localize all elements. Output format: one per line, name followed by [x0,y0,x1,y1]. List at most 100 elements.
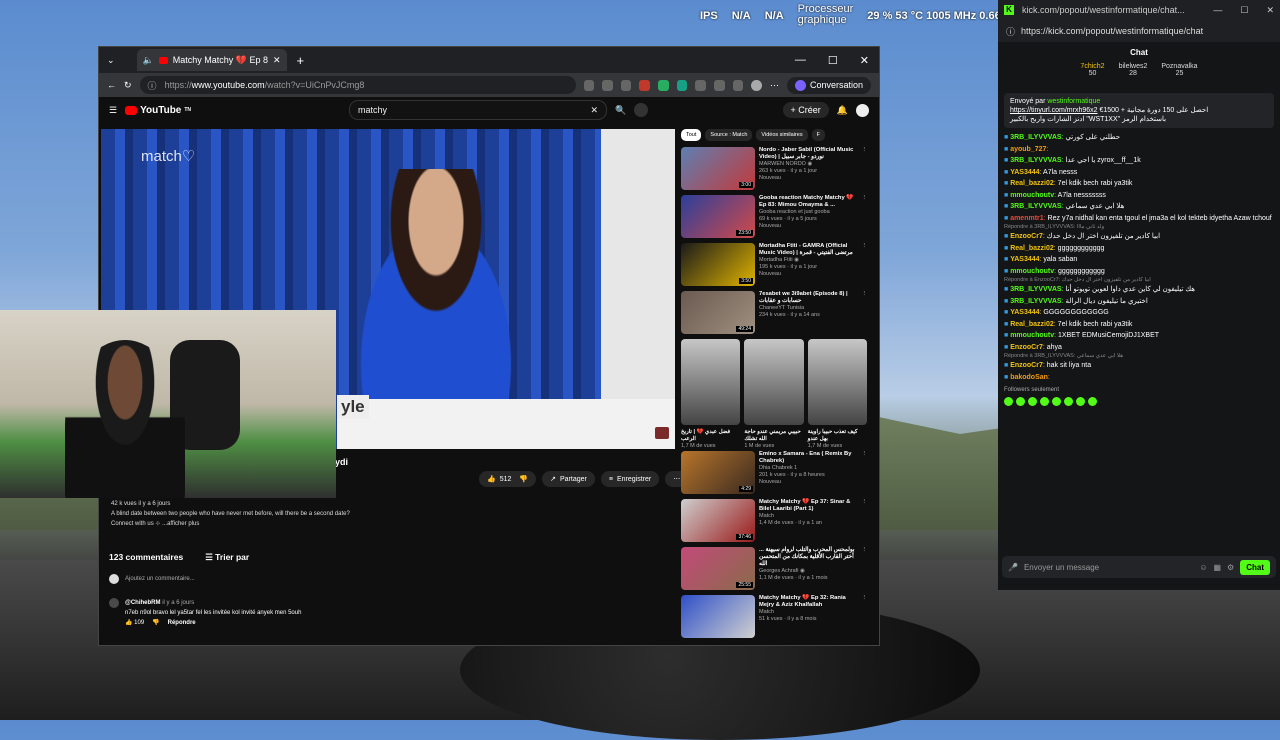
video-menu-icon[interactable]: ⋮ [862,499,868,543]
chat-message[interactable]: ■ 3RB_ILYVVVAS: هك تيليفون لي كاين عدي د… [1004,284,1274,296]
chat-message[interactable]: ■ YAS3444: yala saban [1004,254,1274,266]
chat-username[interactable]: Real_bazzi02 [1010,180,1054,187]
chat-username[interactable]: 3RB_ILYVVVAS [1010,157,1061,164]
chat-username[interactable]: 3RB_ILYVVVAS [1010,134,1061,141]
chat-message[interactable]: ■ EnzooCr7: hak sit liya nta [1004,360,1274,372]
save-button[interactable]: ≡ Enregistrer [600,471,660,487]
extensions-icon[interactable] [695,79,707,91]
pinned-message[interactable]: Envoyé par westinformatique https://tiny… [1004,93,1274,128]
comment-like-button[interactable]: 👍 109 [125,618,144,628]
share-button[interactable]: ↗ Partager [542,471,595,487]
chat-message[interactable]: ■ amenmtr1: Rez y7a nidhal kan enta tgou… [1004,213,1274,225]
video-thumbnail[interactable]: 49:24 [681,291,755,334]
short-thumbnail[interactable] [807,339,867,425]
minimize-button[interactable]: — [795,54,806,67]
history-icon[interactable] [732,79,744,91]
emoji-icon[interactable]: ☺ [1199,563,1207,572]
leaderboard-entry[interactable]: bilelwes2 28 [1119,63,1148,89]
chat-message[interactable]: ■ 3RB_ILYVVVAS: اختيري ما تيليفون ديال ا… [1004,296,1274,308]
emote-icon[interactable] [1028,397,1037,406]
channel-watermark-icon[interactable] [655,427,669,439]
gift-icon[interactable]: ▦ [1213,563,1221,572]
reload-icon[interactable]: ↻ [124,80,132,91]
show-more-link[interactable]: ...afficher plus [162,521,199,527]
create-button[interactable]: + Créer [782,102,829,118]
chat-username[interactable]: mmouchoutv [1010,268,1054,275]
sort-button[interactable]: ☰ Trier par [205,552,249,563]
chat-username[interactable]: EnzooCr7 [1010,344,1043,351]
chat-message[interactable]: ■ EnzooCr7: ابيا كادير من تلفيزون اختر ا… [1004,231,1274,243]
more-icon[interactable]: ⋯ [770,80,779,91]
emote-icon[interactable] [1016,397,1025,406]
recommended-video[interactable]: 49:24 7esabet we 3i9abet (Episode 8) | حس… [681,291,867,335]
video-description[interactable]: 42 k vues il y a 6 jours A blind date be… [111,499,350,529]
recommended-video[interactable]: 37:46 Matchy Matchy 💔 Ep 37: Sinar & Bile… [681,499,867,543]
zoom-icon[interactable] [602,79,613,91]
emote-icon[interactable] [1004,397,1013,406]
chat-username[interactable]: mmouchoutv [1010,332,1054,339]
video-thumbnail[interactable]: 25:55 [681,547,755,590]
youtube-logo[interactable]: YouTube TN [125,105,191,116]
chat-username[interactable]: YAS3444 [1010,256,1039,263]
maximize-button[interactable]: ☐ [828,54,838,67]
chat-message[interactable]: ■ bakodoSan: [1004,372,1274,384]
video-thumbnail[interactable]: 23:50 [681,195,755,238]
chat-username[interactable]: ayoub_727 [1010,146,1046,153]
address-bar[interactable]: ⓘ https://www.youtube.com/watch?v=UiCnPv… [139,76,576,94]
close-tab-icon[interactable]: ✕ [273,55,281,66]
reply-button[interactable]: Répondre [168,618,196,628]
chat-username[interactable]: Real_bazzi02 [1010,245,1054,252]
reader-icon[interactable] [583,79,595,91]
favorites-icon[interactable] [714,79,725,91]
search-icon[interactable]: 🔍 [615,105,626,116]
recommended-video[interactable]: 3:50 Mortadha Ftiti - GAMRA (Official Mus… [681,243,867,287]
video-thumbnail[interactable]: 3:50 [681,243,755,286]
short-thumbnail[interactable] [744,339,804,425]
video-menu-icon[interactable]: ⋮ [862,195,868,239]
chat-username[interactable]: EnzooCr7 [1010,233,1043,240]
recommended-video[interactable]: 23:50 Gooba reaction Matchy Matchy 💔 Ep 8… [681,195,867,239]
filter-chip[interactable]: Source : Match [705,129,753,141]
chat-username[interactable]: YAS3444 [1010,169,1039,176]
extension-icon[interactable] [676,79,688,91]
video-thumbnail[interactable] [681,595,755,638]
short-label[interactable]: كيف تعذب حبيبا راوينة بهل عندو 1,7 M de v… [808,429,867,451]
video-thumbnail[interactable]: 37:46 [681,499,755,542]
site-info-icon[interactable]: ⓘ [148,79,157,92]
chat-message[interactable]: ■ Real_bazzi02: gggggggggggg [1004,243,1274,255]
short-label[interactable]: حبيبي مريمني عندو حاجة الله تشلك 1 M de v… [744,429,803,451]
emote-icon[interactable] [1076,397,1085,406]
emote-icon[interactable] [1088,397,1097,406]
emote-icon[interactable] [1052,397,1061,406]
video-menu-icon[interactable]: ⋮ [862,547,868,591]
tab-youtube[interactable]: 🔈 Matchy Matchy 💔 Ep 83: Mi ✕ [136,49,287,71]
filter-chip[interactable]: Vidéos similaires [756,129,808,141]
chat-username[interactable]: amenmtr1 [1010,215,1043,222]
chat-message[interactable]: ■ 3RB_ILYVVVAS: يا اجي عدا zyrox__ff__1k [1004,155,1274,167]
chat-message[interactable]: ■ YAS3444: A7la nesss [1004,167,1274,179]
video-menu-icon[interactable]: ⋮ [862,147,868,191]
leaderboard-entry[interactable]: Poznavalka 25 [1161,63,1197,89]
extension-icon[interactable] [639,79,651,91]
recommended-video[interactable]: 3:00 Nordo - Jaber Sabil (Official Music … [681,147,867,191]
minimize-button[interactable]: — [1213,5,1222,16]
video-menu-icon[interactable]: ⋮ [862,451,868,495]
video-thumbnail[interactable]: 3:00 [681,147,755,190]
copilot-button[interactable]: Conversation [786,76,871,94]
filter-chip[interactable]: F [811,129,825,141]
search-input[interactable]: matchy ✕ [349,100,608,120]
chat-message[interactable]: ■ EnzooCr7: ahya [1004,342,1274,354]
chat-message[interactable]: ■ mmouchoutv: A7la nesssssss [1004,190,1274,202]
add-comment[interactable]: Ajoutez un commentaire... [109,574,195,584]
menu-icon[interactable]: ☰ [109,105,117,116]
close-window-button[interactable]: ✕ [860,54,869,67]
video-menu-icon[interactable]: ⋮ [862,595,868,639]
close-window-button[interactable]: ✕ [1266,5,1274,16]
notifications-icon[interactable]: 🔔 [837,105,848,116]
maximize-button[interactable]: ☐ [1240,5,1248,16]
chat-message[interactable]: ■ Real_bazzi02: 7el kdik bech rabi ya3ti… [1004,319,1274,331]
account-avatar[interactable] [856,103,869,117]
like-button[interactable]: 👍 512 👎 [479,471,537,487]
chat-username[interactable]: bakodoSan [1010,374,1048,381]
chat-message[interactable]: ■ 3RB_ILYVVVAS: هلا ابي عدي سماعي [1004,201,1274,213]
